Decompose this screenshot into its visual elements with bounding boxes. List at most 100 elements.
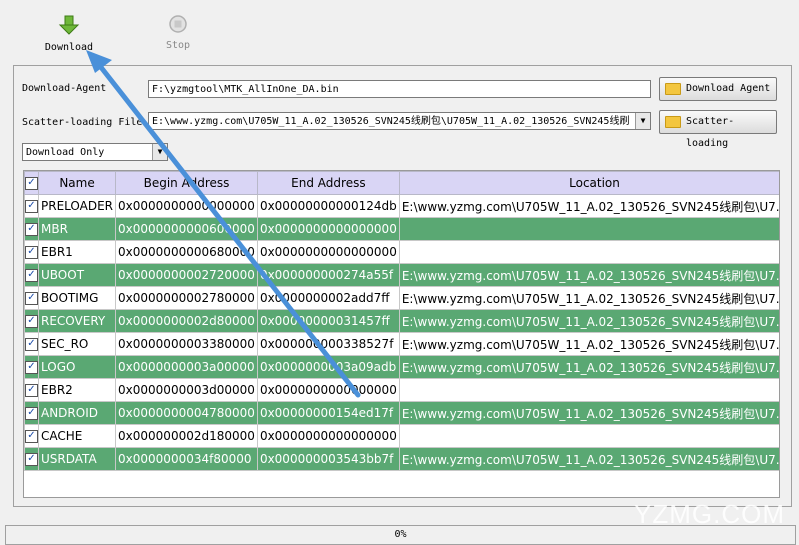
row-checkbox[interactable]: ✓ xyxy=(24,424,39,448)
cell-name: EBR2 xyxy=(37,378,117,402)
table-row[interactable]: ✓ USRDATA 0x0000000034f80000 0x000000003543… xyxy=(24,447,779,471)
download-agent-button[interactable]: Download Agent xyxy=(659,77,777,101)
cell-begin-address: 0x0000000002780000 xyxy=(115,286,258,310)
cell-begin-address: 0x0000000002d80000 xyxy=(115,309,258,333)
cell-begin-address: 0x0000000000680000 xyxy=(115,240,258,264)
cell-end-address: 0x0000000002add7ff xyxy=(256,286,400,310)
table-row[interactable]: ✓ EBR2 0x0000000003d00000 0x000000000000000… xyxy=(24,378,779,402)
scatter-loading-button-label: Scatter-loading xyxy=(686,116,735,149)
stop-button[interactable]: Stop xyxy=(143,14,213,51)
cell-location: E:\www.yzmg.com\U705W_11_A.02_130526_SVN… xyxy=(398,332,779,356)
row-checkbox[interactable]: ✓ xyxy=(24,447,39,471)
watermark-logo: YZMG.COM xyxy=(634,499,785,529)
folder-icon xyxy=(665,116,681,128)
table-row[interactable]: ✓ MBR 0x0000000000600000 0x0000000000000000 xyxy=(24,217,779,241)
table-row[interactable]: ✓ RECOVERY 0x0000000002d80000 0x00000000031… xyxy=(24,309,779,333)
download-agent-field[interactable]: F:\yzmgtool\MTK_AllInOne_DA.bin xyxy=(148,80,651,98)
select-all-checkbox[interactable]: ✓ xyxy=(24,171,39,195)
cell-begin-address: 0x0000000003380000 xyxy=(115,332,258,356)
row-checkbox[interactable]: ✓ xyxy=(24,240,39,264)
folder-icon xyxy=(665,83,681,95)
cell-end-address: 0x0000000000000000 xyxy=(256,217,400,241)
cell-end-address: 0x000000000338527f xyxy=(256,332,400,356)
cell-name: LOGO xyxy=(37,355,117,379)
mode-select-value: Download Only xyxy=(26,147,105,158)
download-label: Download xyxy=(44,42,94,53)
check-icon: ✓ xyxy=(25,246,38,259)
check-icon: ✓ xyxy=(25,384,38,397)
stop-label: Stop xyxy=(165,40,191,51)
table-row[interactable]: ✓ LOGO 0x0000000003a00000 0x0000000003a09ad… xyxy=(24,355,779,379)
table-row[interactable]: ✓ CACHE 0x000000002d180000 0x00000000000000… xyxy=(24,424,779,448)
stop-icon xyxy=(169,15,187,33)
scatter-loading-button[interactable]: Scatter-loading xyxy=(659,110,777,149)
cell-end-address: 0x0000000000000000 xyxy=(256,240,400,264)
cell-name: UBOOT xyxy=(37,263,117,287)
table-row[interactable]: ✓ BOOTIMG 0x0000000002780000 0x0000000002ad… xyxy=(24,286,779,310)
cell-begin-address: 0x0000000002720000 xyxy=(115,263,258,287)
check-icon: ✓ xyxy=(25,269,38,282)
cell-location: E:\www.yzmg.com\U705W_11_A.02_130526_SVN… xyxy=(398,447,779,471)
row-checkbox[interactable]: ✓ xyxy=(24,378,39,402)
check-icon: ✓ xyxy=(25,200,38,213)
cell-location xyxy=(398,424,779,448)
column-header-name[interactable]: Name xyxy=(37,171,117,195)
scatter-loading-label: Scatter-loading File xyxy=(22,117,143,128)
row-checkbox[interactable]: ✓ xyxy=(24,309,39,333)
table-row[interactable]: ✓ ANDROID 0x0000000004780000 0x00000000154e… xyxy=(24,401,779,425)
check-icon: ✓ xyxy=(25,177,38,190)
row-checkbox[interactable]: ✓ xyxy=(24,401,39,425)
dropdown-arrow-icon[interactable]: ▼ xyxy=(152,144,167,160)
mode-select[interactable]: Download Only ▼ xyxy=(22,143,168,161)
cell-location: E:\www.yzmg.com\U705W_11_A.02_130526_SVN… xyxy=(398,194,779,218)
cell-location: E:\www.yzmg.com\U705W_11_A.02_130526_SVN… xyxy=(398,401,779,425)
cell-location xyxy=(398,240,779,264)
cell-end-address: 0x00000000031457ff xyxy=(256,309,400,333)
check-icon: ✓ xyxy=(25,453,38,466)
table-row[interactable]: ✓ EBR1 0x0000000000680000 0x000000000000000… xyxy=(24,240,779,264)
row-checkbox[interactable]: ✓ xyxy=(24,286,39,310)
cell-location: E:\www.yzmg.com\U705W_11_A.02_130526_SVN… xyxy=(398,286,779,310)
check-icon: ✓ xyxy=(25,223,38,236)
cell-name: RECOVERY xyxy=(37,309,117,333)
row-checkbox[interactable]: ✓ xyxy=(24,217,39,241)
row-checkbox[interactable]: ✓ xyxy=(24,194,39,218)
column-header-begin-address[interactable]: Begin Address xyxy=(115,171,258,195)
cell-end-address: 0x000000003543bb7f xyxy=(256,447,400,471)
check-icon: ✓ xyxy=(25,338,38,351)
cell-name: EBR1 xyxy=(37,240,117,264)
cell-end-address: 0x0000000000000000 xyxy=(256,424,400,448)
cell-begin-address: 0x0000000003d00000 xyxy=(115,378,258,402)
cell-name: CACHE xyxy=(37,424,117,448)
table-row[interactable]: ✓ SEC_RO 0x0000000003380000 0x0000000003385… xyxy=(24,332,779,356)
cell-name: MBR xyxy=(37,217,117,241)
column-header-end-address[interactable]: End Address xyxy=(256,171,400,195)
cell-begin-address: 0x0000000003a00000 xyxy=(115,355,258,379)
cell-begin-address: 0x000000002d180000 xyxy=(115,424,258,448)
cell-begin-address: 0x0000000004780000 xyxy=(115,401,258,425)
scatter-loading-field[interactable]: E:\www.yzmg.com\U705W_11_A.02_130526_SVN… xyxy=(148,112,651,130)
cell-name: ANDROID xyxy=(37,401,117,425)
cell-end-address: 0x000000000274a55f xyxy=(256,263,400,287)
partition-table: ✓ Name Begin Address End Address Locatio… xyxy=(23,170,780,498)
row-checkbox[interactable]: ✓ xyxy=(24,263,39,287)
table-header: ✓ Name Begin Address End Address Locatio… xyxy=(24,171,779,195)
row-checkbox[interactable]: ✓ xyxy=(24,355,39,379)
cell-name: USRDATA xyxy=(37,447,117,471)
check-icon: ✓ xyxy=(25,430,38,443)
down-arrow-icon xyxy=(58,15,80,35)
table-row[interactable]: ✓ PRELOADER 0x0000000000000000 0x0000000000… xyxy=(24,194,779,218)
cell-begin-address: 0x0000000000000000 xyxy=(115,194,258,218)
check-icon: ✓ xyxy=(25,361,38,374)
cell-end-address: 0x00000000000124db xyxy=(256,194,400,218)
row-checkbox[interactable]: ✓ xyxy=(24,332,39,356)
table-row[interactable]: ✓ UBOOT 0x0000000002720000 0x000000000274a5… xyxy=(24,263,779,287)
scatter-loading-value: E:\www.yzmg.com\U705W_11_A.02_130526_SVN… xyxy=(152,116,630,127)
column-header-location[interactable]: Location xyxy=(398,171,779,195)
dropdown-arrow-icon[interactable]: ▼ xyxy=(635,113,650,129)
download-button[interactable]: Download xyxy=(34,14,104,53)
cell-name: PRELOADER xyxy=(37,194,117,218)
check-icon: ✓ xyxy=(25,292,38,305)
cell-begin-address: 0x0000000000600000 xyxy=(115,217,258,241)
cell-begin-address: 0x0000000034f80000 xyxy=(115,447,258,471)
